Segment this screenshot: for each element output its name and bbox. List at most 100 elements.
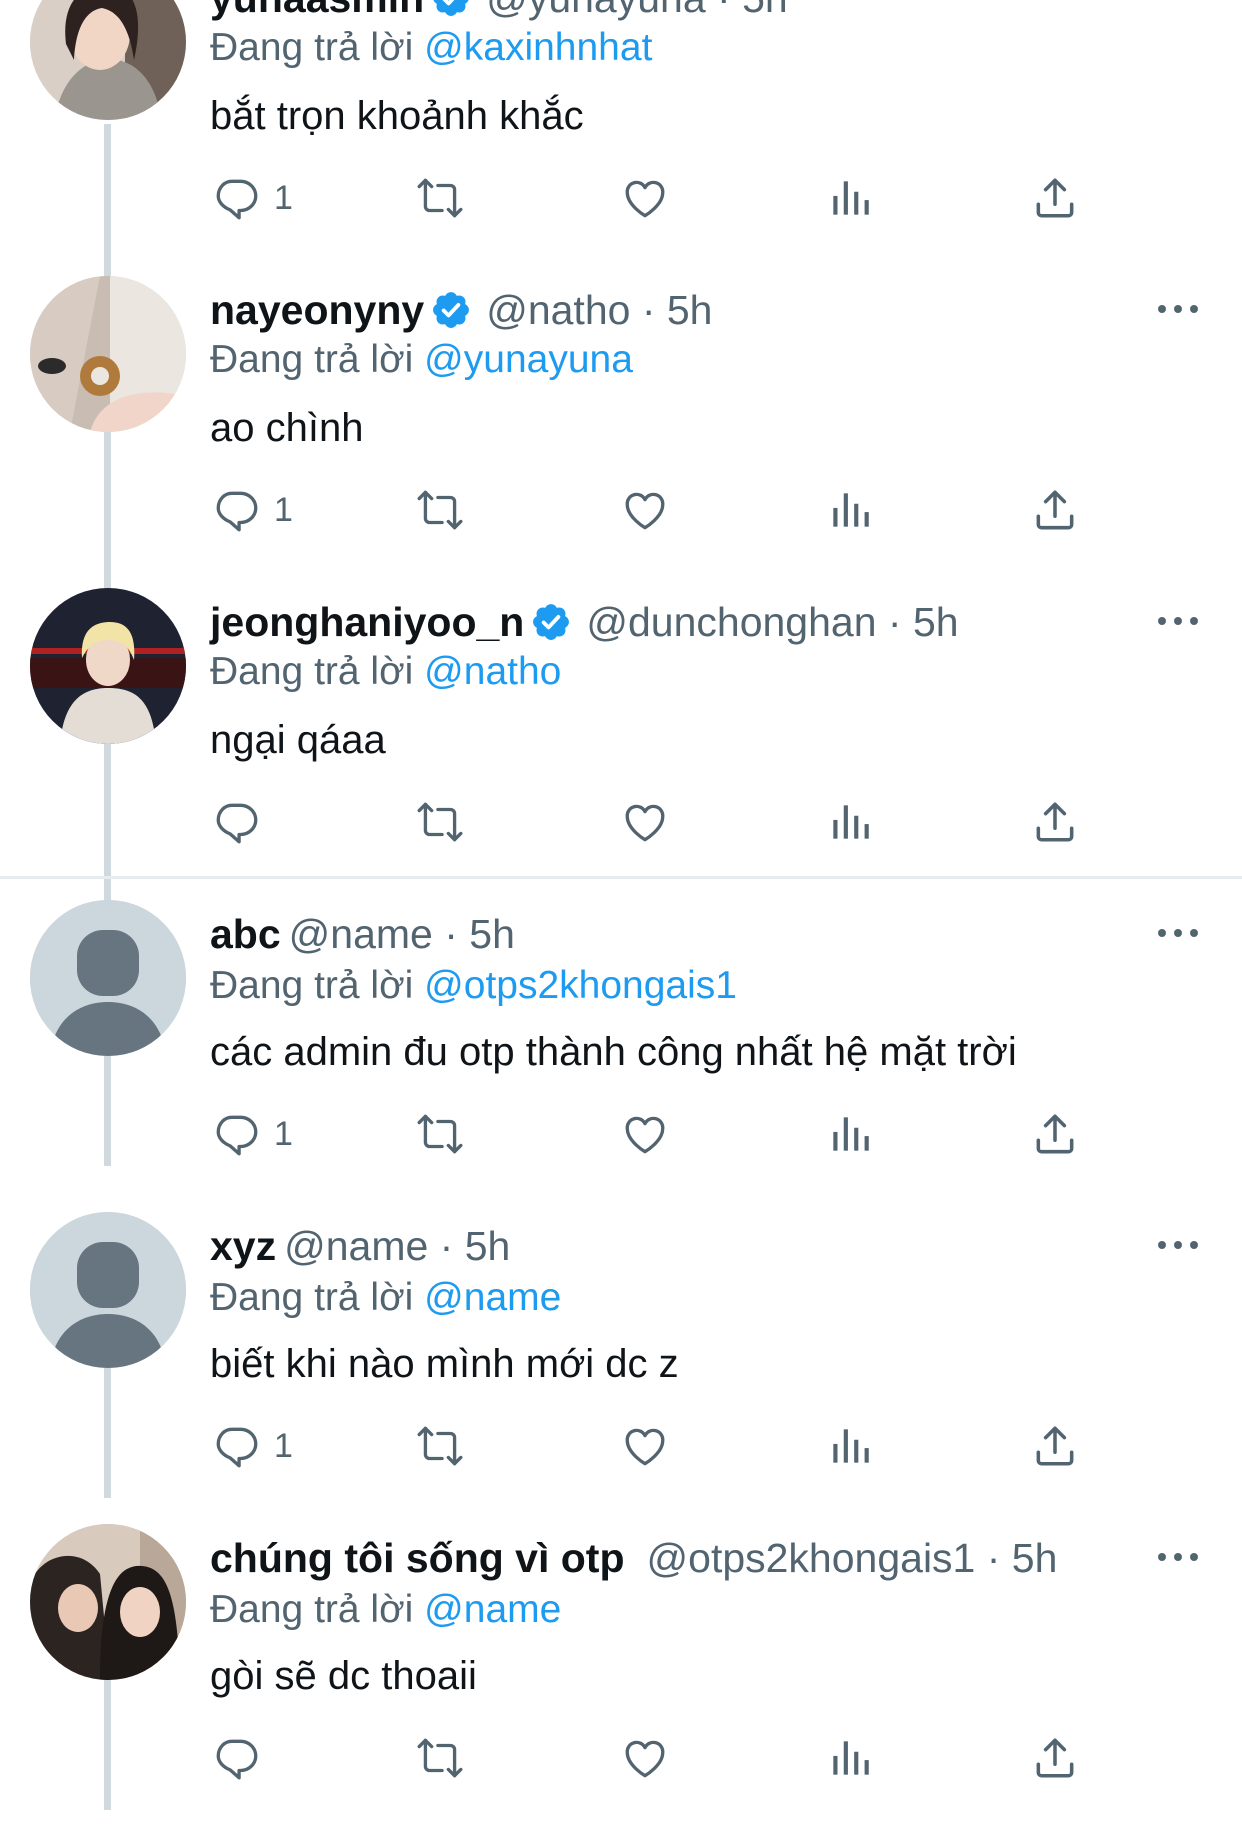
views-button[interactable] [825, 172, 875, 224]
like-icon [620, 485, 670, 535]
tweet[interactable]: xyz @name · 5h Đang trả lời @name biết kh… [0, 1212, 1242, 1524]
like-icon [620, 797, 670, 847]
action-bar: 1 [210, 1420, 1110, 1472]
views-icon [825, 1733, 875, 1783]
display-name[interactable]: xyz [210, 1223, 276, 1269]
more-options-button[interactable] [1158, 600, 1198, 640]
retweet-icon [415, 797, 465, 847]
retweet-icon [415, 173, 465, 223]
default-avatar-icon [30, 1212, 186, 1368]
share-icon [1030, 173, 1080, 223]
handle-time[interactable]: @name · 5h [289, 911, 515, 957]
share-icon [1030, 797, 1080, 847]
tweet[interactable]: jeonghaniyoo_n @dunchonghan · 5h Đang trả… [0, 588, 1242, 900]
tweet[interactable]: nayeonyny @natho · 5h Đang trả lời @yunay… [0, 276, 1242, 588]
like-button[interactable] [620, 1108, 670, 1160]
share-button[interactable] [1030, 484, 1080, 536]
replying-to: Đang trả lời @yunayuna [210, 338, 633, 381]
views-button[interactable] [825, 796, 875, 848]
tweet-text: các admin đu otp thành công nhất hệ mặt … [210, 1030, 1017, 1074]
reply-icon [212, 797, 262, 847]
share-button[interactable] [1030, 1732, 1080, 1784]
avatar[interactable] [30, 900, 186, 1056]
handle-time[interactable]: @name · 5h [284, 1223, 510, 1269]
reply-button[interactable]: 1 [212, 1108, 293, 1160]
tweet[interactable]: abc @name · 5h Đang trả lời @otps2khongai… [0, 900, 1242, 1212]
tweet-text: gòi sẽ dc thoaii [210, 1654, 477, 1698]
reply-to-link[interactable]: @otps2khongais1 [424, 964, 737, 1007]
verified-icon [430, 289, 472, 331]
avatar[interactable] [30, 0, 186, 120]
like-button[interactable] [620, 484, 670, 536]
share-button[interactable] [1030, 1108, 1080, 1160]
like-button[interactable] [620, 172, 670, 224]
display-name[interactable]: chúng tôi sống vì otp [210, 1535, 625, 1581]
replying-to: Đang trả lời @otps2khongais1 [210, 964, 737, 1007]
verified-icon [430, 0, 472, 19]
retweet-button[interactable] [415, 1108, 465, 1160]
reply-icon [212, 1733, 262, 1783]
like-icon [620, 173, 670, 223]
action-bar: 1 [210, 484, 1110, 536]
display-name[interactable]: abc [210, 911, 281, 957]
tweet-header: nayeonyny @natho · 5h [210, 284, 712, 336]
views-button[interactable] [825, 1732, 875, 1784]
views-icon [825, 173, 875, 223]
display-name[interactable]: yunaasmin [210, 0, 424, 21]
retweet-button[interactable] [415, 172, 465, 224]
more-options-button[interactable] [1158, 1536, 1198, 1576]
share-button[interactable] [1030, 172, 1080, 224]
action-bar [210, 1732, 1110, 1784]
avatar[interactable] [30, 276, 186, 432]
avatar[interactable] [30, 1524, 186, 1680]
replying-to: Đang trả lời @name [210, 1588, 562, 1631]
action-bar: 1 [210, 1108, 1110, 1160]
share-icon [1030, 1109, 1080, 1159]
views-button[interactable] [825, 484, 875, 536]
reply-to-link[interactable]: @name [424, 1276, 561, 1319]
reply-button[interactable] [212, 1732, 274, 1784]
reply-button[interactable] [212, 796, 274, 848]
retweet-button[interactable] [415, 796, 465, 848]
share-button[interactable] [1030, 1420, 1080, 1472]
reply-button[interactable]: 1 [212, 172, 293, 224]
retweet-button[interactable] [415, 1732, 465, 1784]
reply-to-link[interactable]: @kaxinhnhat [424, 26, 652, 69]
verified-icon [530, 601, 572, 643]
thread-separator [0, 876, 1242, 879]
handle-time[interactable]: @yunayuna · 5h [486, 0, 787, 21]
tweet[interactable]: yunaasmin @yunayuna · 5h Đang trả lời @ka… [0, 0, 1242, 276]
display-name[interactable]: nayeonyny [210, 287, 424, 333]
reply-count: 1 [274, 1114, 293, 1153]
share-icon [1030, 1421, 1080, 1471]
retweet-button[interactable] [415, 1420, 465, 1472]
views-button[interactable] [825, 1108, 875, 1160]
like-button[interactable] [620, 796, 670, 848]
default-avatar-icon [30, 900, 186, 1056]
views-button[interactable] [825, 1420, 875, 1472]
like-icon [620, 1421, 670, 1471]
retweet-button[interactable] [415, 484, 465, 536]
like-button[interactable] [620, 1420, 670, 1472]
handle-time[interactable]: @otps2khongais1 · 5h [647, 1535, 1058, 1581]
reply-to-link[interactable]: @yunayuna [424, 338, 633, 381]
more-options-button[interactable] [1158, 912, 1198, 952]
more-options-button[interactable] [1158, 1224, 1198, 1264]
tweet-header: xyz @name · 5h [210, 1220, 510, 1272]
avatar[interactable] [30, 588, 186, 744]
reply-button[interactable]: 1 [212, 1420, 293, 1472]
tweet[interactable]: chúng tôi sống vì otp @otps2khongais1 · 5… [0, 1524, 1242, 1836]
share-button[interactable] [1030, 796, 1080, 848]
like-button[interactable] [620, 1732, 670, 1784]
views-icon [825, 485, 875, 535]
handle-time[interactable]: @dunchonghan · 5h [586, 599, 958, 645]
display-name[interactable]: jeonghaniyoo_n [210, 599, 524, 645]
reply-button[interactable]: 1 [212, 484, 293, 536]
more-options-button[interactable] [1158, 288, 1198, 328]
avatar[interactable] [30, 1212, 186, 1368]
reply-to-link[interactable]: @name [424, 1588, 561, 1631]
handle-time[interactable]: @natho · 5h [486, 287, 712, 333]
reply-icon [212, 173, 262, 223]
tweet-header: jeonghaniyoo_n @dunchonghan · 5h [210, 596, 959, 648]
reply-to-link[interactable]: @natho [424, 650, 561, 693]
